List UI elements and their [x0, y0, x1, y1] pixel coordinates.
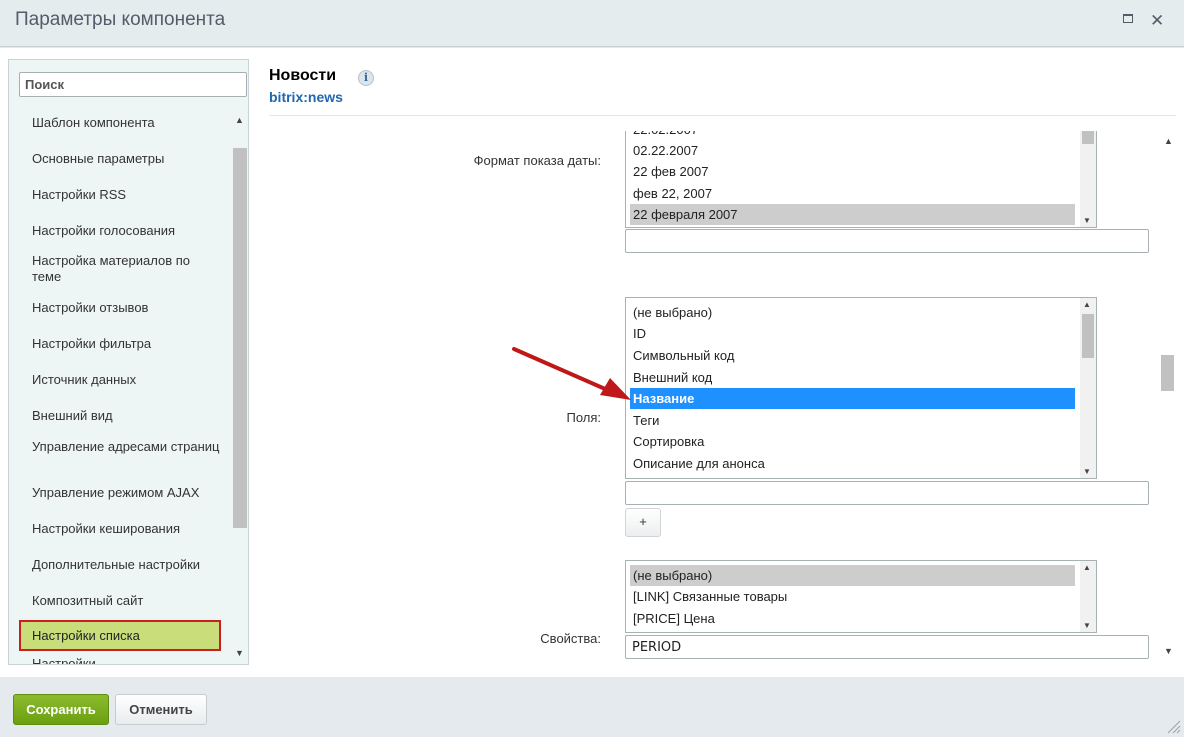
properties-input[interactable]	[625, 635, 1149, 659]
resize-grip-icon[interactable]	[1165, 718, 1181, 734]
add-field-button[interactable]: +	[625, 508, 661, 537]
option-selected[interactable]: (не выбрано)	[630, 565, 1075, 586]
scroll-down-icon[interactable]: ▼	[1164, 646, 1173, 656]
dialog-footer: Сохранить Отменить	[0, 677, 1184, 737]
cancel-button[interactable]: Отменить	[115, 694, 207, 725]
option[interactable]: (не выбрано)	[630, 302, 1075, 323]
sidebar-item-composite[interactable]: Композитный сайт	[19, 593, 221, 609]
sidebar-item-data-source[interactable]: Источник данных	[19, 372, 221, 388]
scroll-up-icon[interactable]: ▲	[1083, 563, 1091, 572]
option[interactable]: Описание для анонса	[630, 453, 1075, 474]
option[interactable]: Внешний код	[630, 367, 1075, 388]
scroll-down-icon[interactable]: ▼	[1083, 467, 1091, 476]
scroll-down-icon[interactable]: ▼	[1083, 621, 1091, 630]
scroll-up-icon[interactable]: ▲	[1083, 300, 1091, 309]
dialog-content: Шаблон компонента Основные параметры Нас…	[0, 48, 1184, 677]
option[interactable]: 02.22.2007	[630, 140, 1075, 161]
fields-input[interactable]	[625, 481, 1149, 505]
window-titlebar: Параметры компонента ✕	[0, 0, 1184, 47]
sidebar-item-sef[interactable]: Управление адресами страниц	[19, 439, 221, 455]
sidebar-scrollbar[interactable]: ▲ ▼	[233, 111, 248, 662]
option[interactable]: Сортировка	[630, 431, 1075, 452]
sidebar-item-related[interactable]: Настройка материалов по теме	[19, 253, 221, 285]
sidebar-item-rss[interactable]: Настройки RSS	[19, 187, 221, 203]
date-format-label: Формат показа даты:	[473, 153, 601, 168]
scrollbar-thumb[interactable]	[233, 148, 247, 528]
fields-label: Поля:	[566, 410, 601, 425]
listbox-scrollbar[interactable]: ▲ ▼	[1080, 561, 1096, 632]
properties-select[interactable]: (не выбрано) [LINK] Связанные товары [PR…	[625, 560, 1097, 633]
sidebar-list: Шаблон компонента Основные параметры Нас…	[19, 111, 231, 664]
sidebar-item-additional[interactable]: Дополнительные настройки	[19, 557, 221, 573]
scroll-down-icon[interactable]: ▼	[235, 648, 244, 658]
sidebar: Шаблон компонента Основные параметры Нас…	[8, 59, 249, 665]
main-scrollbar[interactable]: ▲ ▼	[1160, 134, 1176, 660]
option[interactable]: [LINK] Связанные товары	[630, 586, 1075, 607]
option[interactable]: Теги	[630, 410, 1075, 431]
search-input[interactable]	[19, 72, 247, 97]
component-code: bitrix:news	[269, 89, 343, 105]
sidebar-item-main-params[interactable]: Основные параметры	[19, 151, 221, 167]
sidebar-item-list-settings[interactable]: Настройки списка	[19, 620, 221, 651]
sidebar-item-reviews[interactable]: Настройки отзывов	[19, 300, 221, 316]
sidebar-item-partial[interactable]: Настройки ...	[19, 656, 221, 664]
scroll-up-icon[interactable]: ▲	[1164, 136, 1173, 146]
scrollbar-thumb[interactable]	[1082, 314, 1094, 358]
scrollbar-thumb[interactable]	[1082, 131, 1094, 144]
listbox-scrollbar[interactable]: ▼	[1080, 131, 1096, 227]
save-button[interactable]: Сохранить	[13, 694, 109, 725]
info-icon[interactable]: i	[358, 70, 374, 86]
close-icon[interactable]: ✕	[1150, 11, 1164, 31]
maximize-icon[interactable]	[1123, 14, 1133, 23]
option[interactable]: 22.02.2007	[630, 131, 1075, 140]
main-panel: Новости i bitrix:news Формат показа даты…	[269, 48, 1177, 677]
option-selected[interactable]: Название	[630, 388, 1075, 409]
option[interactable]: [PRICE] Цена	[630, 608, 1075, 629]
properties-label: Свойства:	[540, 631, 601, 646]
option[interactable]: 22 фев 2007	[630, 161, 1075, 182]
date-format-input[interactable]	[625, 229, 1149, 253]
listbox-scrollbar[interactable]: ▲ ▼	[1080, 298, 1096, 478]
option[interactable]: Символьный код	[630, 345, 1075, 366]
sidebar-item-voting[interactable]: Настройки голосования	[19, 223, 221, 239]
sidebar-item-filter[interactable]: Настройки фильтра	[19, 336, 221, 352]
scroll-up-icon[interactable]: ▲	[235, 115, 244, 125]
option[interactable]: ID	[630, 323, 1075, 344]
sidebar-item-cache[interactable]: Настройки кеширования	[19, 521, 221, 537]
scroll-down-icon[interactable]: ▼	[1083, 216, 1091, 225]
scrollbar-thumb[interactable]	[1161, 355, 1174, 391]
sidebar-item-template[interactable]: Шаблон компонента	[19, 115, 221, 131]
option-selected[interactable]: 22 февраля 2007	[630, 204, 1075, 225]
fields-select[interactable]: (не выбрано) ID Символьный код Внешний к…	[625, 297, 1097, 479]
window-title: Параметры компонента	[15, 9, 226, 30]
date-format-select[interactable]: 22.02.2007 02.22.2007 22 фев 2007 фев 22…	[625, 131, 1097, 228]
sidebar-item-ajax[interactable]: Управление режимом AJAX	[19, 485, 221, 501]
sidebar-item-appearance[interactable]: Внешний вид	[19, 408, 221, 424]
divider	[269, 115, 1176, 116]
option[interactable]: фев 22, 2007	[630, 183, 1075, 204]
component-title: Новости	[269, 67, 337, 84]
